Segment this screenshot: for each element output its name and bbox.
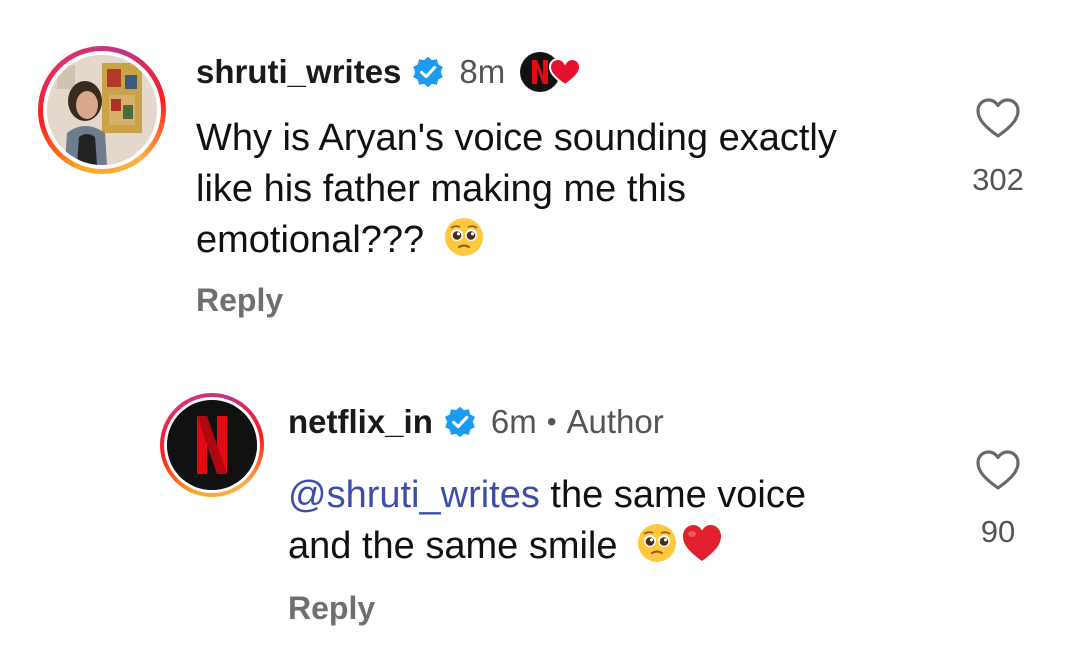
like-count: 90: [980, 514, 1016, 549]
comment-text: Why is Aryan's voice sounding exactly li…: [196, 113, 956, 272]
comment-text-line-2: and the same smile: [288, 525, 618, 567]
pleading-face-icon: [443, 216, 485, 272]
username[interactable]: netflix_in: [288, 403, 433, 441]
comment-header: shruti_writes 8m: [196, 50, 583, 94]
avatar-shruti-writes[interactable]: [38, 46, 166, 174]
mention-link[interactable]: @shruti_writes: [288, 474, 540, 516]
comment-text-line-2: like his father making me this: [196, 168, 686, 210]
separator-dot: •: [546, 406, 557, 437]
like-column: 90: [956, 448, 1040, 550]
heart-outline-icon[interactable]: [974, 96, 1022, 140]
profile-photo: [47, 55, 157, 165]
netflix-logo-icon: [167, 400, 257, 490]
comment-text-line-3: emotional???: [196, 219, 425, 261]
comment-text-line-1: the same voice: [539, 474, 807, 516]
netflix-heart-badge-icon: [519, 51, 583, 93]
timestamp: 6m: [490, 403, 537, 440]
heart-outline-icon[interactable]: [974, 448, 1022, 492]
reply-button[interactable]: Reply: [196, 282, 283, 319]
reply-button[interactable]: Reply: [288, 590, 375, 627]
verified-badge-icon: [443, 405, 477, 439]
username[interactable]: shruti_writes: [196, 53, 401, 91]
red-heart-icon: [680, 522, 724, 578]
comment-2-reply: netflix_in 6m • Author @shruti_writes th…: [0, 340, 1080, 652]
like-column: 302: [956, 96, 1040, 198]
verified-badge-icon: [411, 55, 445, 89]
author-label: Author: [566, 403, 664, 440]
like-count: 302: [972, 162, 1024, 197]
comment-text-line-1: Why is Aryan's voice sounding exactly: [196, 117, 837, 159]
comment-1: shruti_writes 8m Why is Aryan's voice so…: [0, 0, 1080, 340]
comment-text: @shruti_writes the same voice and the sa…: [288, 470, 948, 578]
timestamp: 8m: [459, 53, 506, 90]
pleading-face-icon: [636, 522, 678, 578]
comment-header: netflix_in 6m • Author: [288, 400, 664, 444]
avatar-netflix-in[interactable]: [160, 393, 264, 497]
